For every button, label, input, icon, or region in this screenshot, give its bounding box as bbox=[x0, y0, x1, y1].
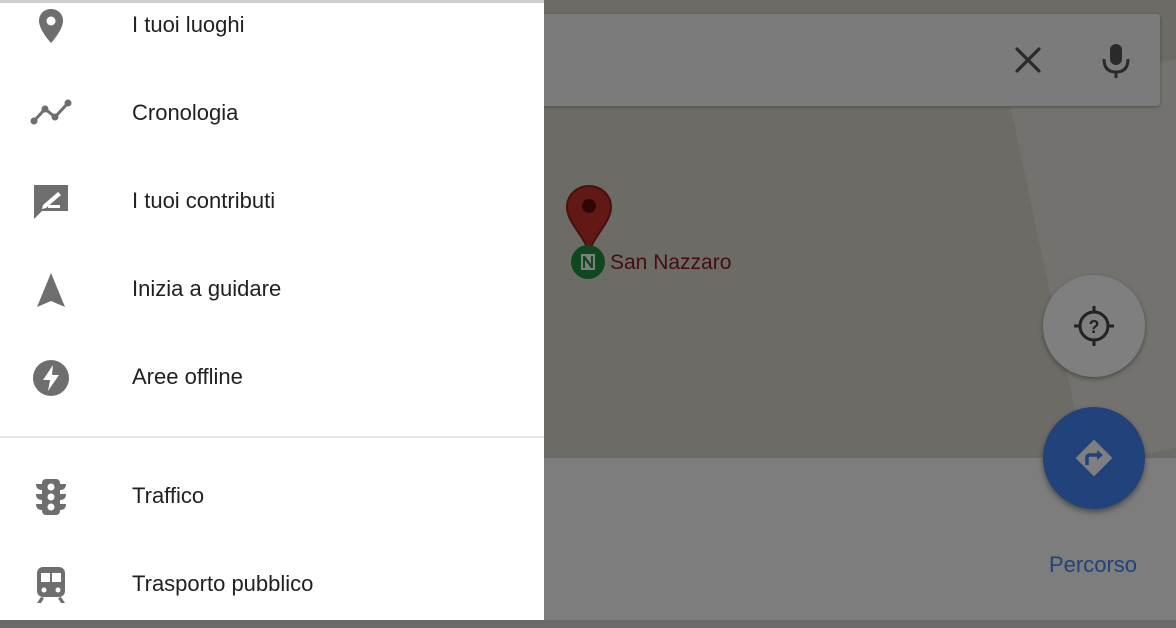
drawer-item-start-driving[interactable]: Inizia a guidare bbox=[0, 245, 544, 333]
drawer-item-label: I tuoi luoghi bbox=[132, 12, 245, 37]
drawer-item-label: Aree offline bbox=[132, 364, 243, 389]
train-icon bbox=[37, 567, 65, 603]
navigation-arrow-icon bbox=[37, 273, 65, 307]
drawer-item-offline-areas[interactable]: Aree offline bbox=[0, 333, 544, 421]
offline-bolt-icon bbox=[33, 360, 69, 396]
navigation-drawer: I tuoi luoghi Cronologia I tuoi contribu… bbox=[0, 0, 544, 620]
drawer-item-your-places[interactable]: I tuoi luoghi bbox=[0, 0, 544, 69]
drawer-item-label: Cronologia bbox=[132, 100, 239, 125]
contribute-icon bbox=[34, 185, 68, 219]
drawer-item-label: Traffico bbox=[132, 483, 205, 508]
drawer-item-transit[interactable]: Trasporto pubblico bbox=[0, 540, 544, 628]
drawer-item-label: Inizia a guidare bbox=[132, 276, 282, 301]
drawer-item-label: I tuoi contributi bbox=[132, 188, 276, 213]
traffic-light-icon bbox=[36, 479, 66, 515]
drawer-divider bbox=[0, 436, 544, 438]
timeline-icon bbox=[30, 99, 72, 125]
place-pin-icon bbox=[39, 9, 63, 43]
drawer-item-traffic[interactable]: Traffico bbox=[0, 452, 544, 540]
drawer-item-label: Trasporto pubblico bbox=[132, 571, 314, 596]
drawer-item-timeline[interactable]: Cronologia bbox=[0, 69, 544, 157]
drawer-item-contributions[interactable]: I tuoi contributi bbox=[0, 157, 544, 245]
